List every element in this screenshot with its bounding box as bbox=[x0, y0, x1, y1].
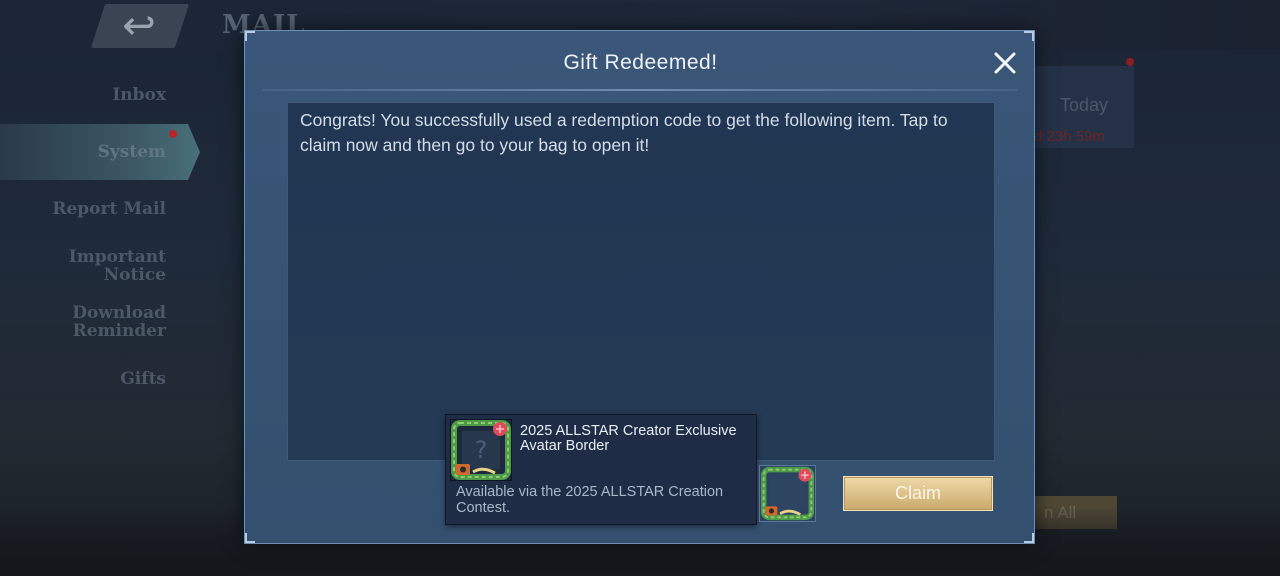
dialog-title: Gift Redeemed! bbox=[563, 51, 718, 74]
dialog-corner-ornament bbox=[1024, 31, 1034, 41]
title-divider bbox=[263, 89, 1018, 91]
back-arrow-icon: ↩ bbox=[122, 3, 156, 49]
mail-expiry-timer: d 23h 59m bbox=[1034, 128, 1105, 145]
close-button[interactable] bbox=[989, 47, 1021, 79]
svg-text:?: ? bbox=[475, 436, 488, 464]
dialog-corner-ornament bbox=[1024, 533, 1034, 543]
message-panel: Congrats! You successfully used a redemp… bbox=[287, 102, 995, 461]
dialog-corner-ornament bbox=[245, 533, 255, 543]
notification-dot bbox=[169, 130, 177, 138]
message-text: Congrats! You successfully used a redemp… bbox=[300, 110, 948, 155]
sidebar-item-inbox[interactable]: Inbox bbox=[112, 86, 166, 104]
dialog-corner-ornament bbox=[245, 31, 255, 41]
close-icon bbox=[994, 52, 1016, 74]
item-name: 2025 ALLSTAR Creator Exclusive Avatar Bo… bbox=[520, 423, 737, 454]
reward-item-slot[interactable] bbox=[759, 465, 816, 522]
sidebar-item-important-notice[interactable]: Important Notice bbox=[46, 248, 166, 284]
avatar-border-icon bbox=[760, 466, 815, 521]
sidebar-item-gifts[interactable]: Gifts bbox=[120, 370, 166, 388]
item-thumbnail: ? bbox=[450, 419, 512, 481]
item-description: Available via the 2025 ALLSTAR Creation … bbox=[456, 484, 724, 516]
mail-unread-dot bbox=[1126, 58, 1134, 66]
avatar-border-icon: ? bbox=[451, 420, 511, 480]
mail-date: Today bbox=[1060, 95, 1109, 115]
sidebar-item-download-reminder[interactable]: Download Reminder bbox=[46, 304, 166, 340]
sidebar-item-system[interactable]: System bbox=[98, 143, 166, 161]
gift-redeemed-dialog: Gift Redeemed! Congrats! You successfull… bbox=[244, 30, 1035, 544]
claim-button[interactable]: Claim bbox=[843, 476, 993, 511]
sidebar-item-report-mail[interactable]: Report Mail bbox=[52, 200, 166, 218]
item-info-card: ? 2025 ALLSTAR Creator Exclusive Avatar … bbox=[445, 414, 757, 525]
